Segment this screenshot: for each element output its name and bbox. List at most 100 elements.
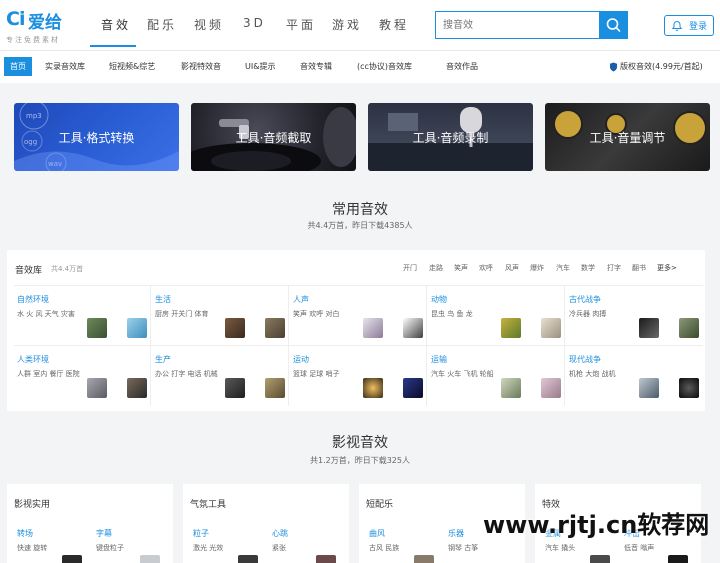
banner-audio-record[interactable]: 工具·音频录制 — [368, 103, 533, 171]
subnav-item-ui-prompt[interactable]: UI&提示 — [245, 61, 275, 72]
category-thumbnail[interactable] — [501, 318, 521, 338]
category-thumbnail[interactable] — [541, 378, 561, 398]
search-button[interactable] — [599, 12, 628, 38]
category-thumbnail[interactable] — [225, 318, 245, 338]
card-thumbnail[interactable] — [316, 555, 336, 563]
category-cell[interactable]: 人声 笑声 欢呼 对白 — [290, 288, 427, 346]
nav-tab-3d[interactable]: 3D — [243, 16, 266, 30]
card-sub-desc: 汽车 撬头 — [545, 544, 576, 552]
category-cell[interactable]: 动物 昆虫 鸟 鱼 龙 — [428, 288, 565, 346]
category-thumbnail[interactable] — [541, 318, 561, 338]
category-thumbnail[interactable] — [127, 378, 147, 398]
tag-link[interactable]: 风声 — [505, 263, 519, 273]
subnav-item-albums[interactable]: 音效专辑 — [300, 61, 332, 72]
category-cell[interactable]: 运动 篮球 足球 哨子 — [290, 348, 427, 406]
nav-tab-video[interactable]: 视频 — [194, 16, 224, 33]
more-link[interactable]: 更多> — [657, 263, 677, 273]
category-title[interactable]: 人类环境 — [17, 354, 49, 365]
copyright-sfx-link[interactable]: 版权音效(4.99元/首起) — [609, 61, 703, 72]
card-sub-link[interactable]: 转场 — [17, 528, 33, 539]
category-cell[interactable]: 运输 汽车 火车 飞机 轮船 — [428, 348, 565, 406]
card-thumbnail[interactable] — [590, 555, 610, 563]
nav-tab-graphic[interactable]: 平面 — [286, 16, 316, 33]
nav-tab-music[interactable]: 配乐 — [147, 16, 177, 33]
category-cell[interactable]: 生活 厨房 开关门 体育 — [152, 288, 289, 346]
subnav-item-works[interactable]: 音效作品 — [446, 61, 478, 72]
category-title[interactable]: 运输 — [431, 354, 447, 365]
category-title[interactable]: 现代战争 — [569, 354, 601, 365]
category-thumbnail[interactable] — [363, 318, 383, 338]
category-thumbnail[interactable] — [639, 378, 659, 398]
category-thumbnail[interactable] — [87, 378, 107, 398]
category-thumbnail[interactable] — [363, 378, 383, 398]
card-thumbnail[interactable] — [238, 555, 258, 563]
tag-link[interactable]: 走路 — [429, 263, 443, 273]
category-title[interactable]: 动物 — [431, 294, 447, 305]
card-thumbnail[interactable] — [140, 555, 160, 563]
card-sub-link[interactable]: 心跳 — [272, 528, 288, 539]
banner-volume-adjust[interactable]: 工具·音量调节 — [545, 103, 710, 171]
panel-title: 音效库 — [15, 266, 43, 276]
tag-link[interactable]: 爆炸 — [530, 263, 544, 273]
card-thumbnail[interactable] — [668, 555, 688, 563]
tag-link[interactable]: 欢呼 — [479, 263, 493, 273]
tag-link[interactable]: 翻书 — [632, 263, 646, 273]
tag-link[interactable]: 笑声 — [454, 263, 468, 273]
section-title-film: 影视音效 — [332, 435, 388, 451]
category-title[interactable]: 运动 — [293, 354, 309, 365]
category-thumbnail[interactable] — [265, 318, 285, 338]
site-logo[interactable]: Ci 爱给 专注免费素材 — [6, 6, 86, 46]
login-button[interactable]: 登录 — [664, 15, 714, 36]
category-thumbnail[interactable] — [639, 318, 659, 338]
category-thumbnail[interactable] — [501, 378, 521, 398]
tag-link[interactable]: 汽车 — [556, 263, 570, 273]
category-thumbnail[interactable] — [679, 378, 699, 398]
subnav-item-field-recording[interactable]: 实录音效库 — [45, 61, 85, 72]
nav-tab-game[interactable]: 游戏 — [332, 16, 362, 33]
category-cell[interactable]: 自然环境 水 火 风 天气 灾害 — [14, 288, 151, 346]
category-thumbnail[interactable] — [265, 378, 285, 398]
tag-link[interactable]: 打字 — [607, 263, 621, 273]
banner-label: 工具·音频截取 — [235, 130, 312, 145]
card-sub-link[interactable]: 粒子 — [193, 528, 209, 539]
tag-link[interactable]: 开门 — [403, 263, 417, 273]
nav-tab-sound[interactable]: 音效 — [101, 16, 131, 33]
banner-format-convert[interactable]: mp3 ogg wav 工具·格式转换 — [14, 103, 179, 171]
search-icon — [606, 18, 621, 32]
category-title[interactable]: 生产 — [155, 354, 171, 365]
card-sub-desc: 激光 光效 — [193, 544, 224, 552]
category-thumbnail[interactable] — [679, 318, 699, 338]
subnav-item-cc-library[interactable]: (cc协议)音效库 — [357, 61, 412, 72]
category-title[interactable]: 人声 — [293, 294, 309, 305]
category-thumbnail[interactable] — [403, 378, 423, 398]
category-cell[interactable]: 现代战争 机枪 大炮 战机 — [566, 348, 703, 406]
category-thumbnail[interactable] — [225, 378, 245, 398]
category-title[interactable]: 生活 — [155, 294, 171, 305]
subnav-item-short-video[interactable]: 短视频&综艺 — [109, 61, 155, 72]
category-cell[interactable]: 古代战争 冷兵器 肉搏 — [566, 288, 703, 346]
subnav-home[interactable]: 首页 — [4, 57, 32, 76]
category-desc: 办公 打字 电话 机械 — [155, 370, 218, 378]
nav-tab-tutorial[interactable]: 教程 — [379, 16, 409, 33]
search-input[interactable] — [436, 12, 596, 38]
category-title[interactable]: 自然环境 — [17, 294, 49, 305]
card-sub-link[interactable]: 曲风 — [369, 528, 385, 539]
category-cell[interactable]: 人类环境 人群 室内 餐厅 医院 — [14, 348, 151, 406]
card-sub-link[interactable]: 字幕 — [96, 528, 112, 539]
category-desc: 水 火 风 天气 灾害 — [17, 310, 75, 318]
logo-name: 爱给 — [28, 13, 62, 33]
tag-link[interactable]: 数学 — [581, 263, 595, 273]
category-thumbnail[interactable] — [127, 318, 147, 338]
category-thumbnail[interactable] — [403, 318, 423, 338]
card-thumbnail[interactable] — [62, 555, 82, 563]
banner-audio-trim[interactable]: 工具·音频截取 — [191, 103, 356, 171]
logo-tagline: 专注免费素材 — [6, 36, 60, 44]
category-cell[interactable]: 生产 办公 打字 电话 机械 — [152, 348, 289, 406]
card-thumbnail[interactable] — [414, 555, 434, 563]
category-thumbnail[interactable] — [87, 318, 107, 338]
category-title[interactable]: 古代战争 — [569, 294, 601, 305]
card-sub-link[interactable]: 乐器 — [448, 528, 464, 539]
user-icon — [671, 20, 683, 31]
divider — [14, 285, 703, 286]
subnav-item-film-sfx[interactable]: 影视特效音 — [181, 61, 221, 72]
